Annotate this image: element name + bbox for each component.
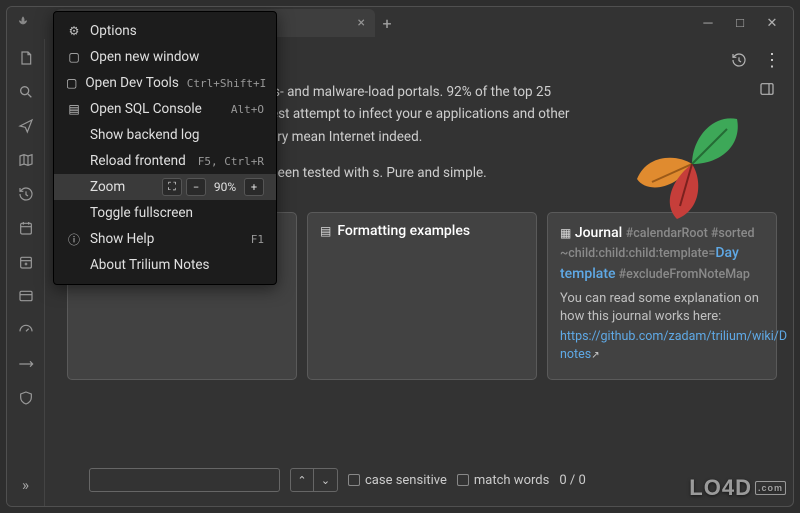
menu-label: Open Dev Tools (85, 75, 178, 91)
menu-show-backend-log[interactable]: Show backend log (54, 122, 276, 148)
card-title: Formatting examples (337, 223, 470, 239)
document-icon[interactable] (13, 45, 39, 71)
menu-show-help[interactable]: ⓘ Show Help F1 (54, 226, 276, 252)
card-formatting[interactable]: ▤ Formatting examples (307, 212, 537, 380)
zoom-in-button[interactable]: + (244, 178, 264, 196)
case-sensitive-label: case sensitive (365, 473, 447, 488)
calendar-icon[interactable] (13, 215, 39, 241)
watermark: LO4D .com (689, 475, 786, 501)
expand-sidebar-icon[interactable]: » (13, 472, 39, 498)
devtools-icon: ▢ (66, 76, 77, 90)
gauge-icon[interactable] (13, 317, 39, 343)
calendar-icon: ▦ (560, 226, 571, 240)
zoom-controls: ⛶ − 90% + (162, 178, 264, 196)
card-description: You can read some explanation on how thi… (560, 290, 764, 326)
folder-icon[interactable] (13, 283, 39, 309)
menu-zoom[interactable]: Zoom ⛶ − 90% + (54, 174, 276, 200)
match-words-checkbox[interactable]: match words (457, 473, 549, 488)
journal-wiki-link-suffix[interactable]: notes (560, 347, 591, 362)
journal-wiki-link[interactable]: https://github.com/zadam/trilium/wiki/D (560, 329, 787, 344)
find-prev-button[interactable]: ⌃ (290, 468, 314, 492)
menu-label: Show Help (90, 231, 154, 247)
note-history-icon[interactable] (731, 52, 747, 68)
note-plus-icon[interactable] (13, 249, 39, 275)
menu-shortcut: F1 (251, 233, 264, 246)
menu-open-new-window[interactable]: ▢ Open new window (54, 44, 276, 70)
help-icon: ⓘ (66, 231, 82, 248)
window-controls: ─ □ ✕ (693, 11, 793, 35)
menu-shortcut: F5, Ctrl+R (198, 155, 264, 168)
database-icon: ▤ (66, 102, 82, 116)
menu-about[interactable]: About Trilium Notes (54, 252, 276, 278)
menu-toggle-fullscreen[interactable]: Toggle fullscreen (54, 200, 276, 226)
case-sensitive-checkbox[interactable]: case sensitive (348, 473, 447, 488)
menu-open-dev-tools[interactable]: ▢ Open Dev Tools Ctrl+Shift+I (54, 70, 276, 96)
menu-shortcut: Alt+O (231, 103, 264, 116)
maximize-button[interactable]: □ (725, 11, 755, 35)
external-link-icon: ↗ (591, 350, 599, 361)
find-input[interactable] (89, 468, 280, 492)
global-menu: ⚙Options ▢Open new window ▢Open Dev Tool… (53, 11, 277, 285)
close-window-button[interactable]: ✕ (757, 11, 787, 35)
map-icon[interactable] (13, 147, 39, 173)
gear-icon: ⚙ (66, 24, 82, 38)
new-tab-button[interactable]: + (375, 14, 399, 33)
kebab-menu-icon[interactable]: ⋮ (763, 50, 781, 71)
zoom-value: 90% (210, 180, 240, 194)
menu-label: Toggle fullscreen (90, 205, 193, 221)
find-count: 0 / 0 (559, 473, 585, 488)
send-icon[interactable] (13, 113, 39, 139)
menu-options[interactable]: ⚙ Options (54, 18, 276, 44)
menu-shortcut: Ctrl+Shift+I (187, 77, 266, 90)
shield-icon[interactable] (13, 385, 39, 411)
watermark-text: LO4D (689, 475, 752, 501)
zoom-reset-button[interactable]: ⛶ (162, 178, 182, 196)
close-tab-icon[interactable]: × (358, 15, 365, 31)
menu-label: About Trilium Notes (90, 257, 210, 273)
menu-label: Open new window (90, 49, 199, 65)
menu-label: Options (90, 23, 137, 39)
app-window: × + ─ □ ✕ » (6, 6, 794, 507)
zoom-out-button[interactable]: − (186, 178, 206, 196)
menu-label: Show backend log (90, 127, 199, 143)
left-sidebar: » (7, 39, 45, 506)
menu-label: Zoom (90, 179, 125, 195)
find-stepper: ⌃ ⌄ (290, 468, 338, 492)
menu-label: Open SQL Console (90, 101, 202, 117)
search-icon[interactable] (13, 79, 39, 105)
menu-reload-frontend[interactable]: Reload frontend F5, Ctrl+R (54, 148, 276, 174)
plane-icon[interactable] (13, 351, 39, 377)
card-title: Journal (575, 225, 622, 241)
minimize-button[interactable]: ─ (693, 11, 723, 35)
note-icon: ▤ (320, 224, 331, 238)
menu-label: Reload frontend (90, 153, 186, 169)
app-logo (7, 15, 39, 31)
window-icon: ▢ (66, 50, 82, 64)
history-icon[interactable] (13, 181, 39, 207)
menu-open-sql-console[interactable]: ▤ Open SQL Console Alt+O (54, 96, 276, 122)
watermark-ext: .com (755, 481, 786, 495)
journal-attrs-suffix: #excludeFromNoteMap (616, 267, 750, 282)
match-words-label: match words (474, 473, 549, 488)
find-bar: ⌃ ⌄ case sensitive match words 0 / 0 (89, 464, 781, 496)
leaf-illustration (617, 89, 767, 239)
find-next-button[interactable]: ⌄ (314, 468, 338, 492)
